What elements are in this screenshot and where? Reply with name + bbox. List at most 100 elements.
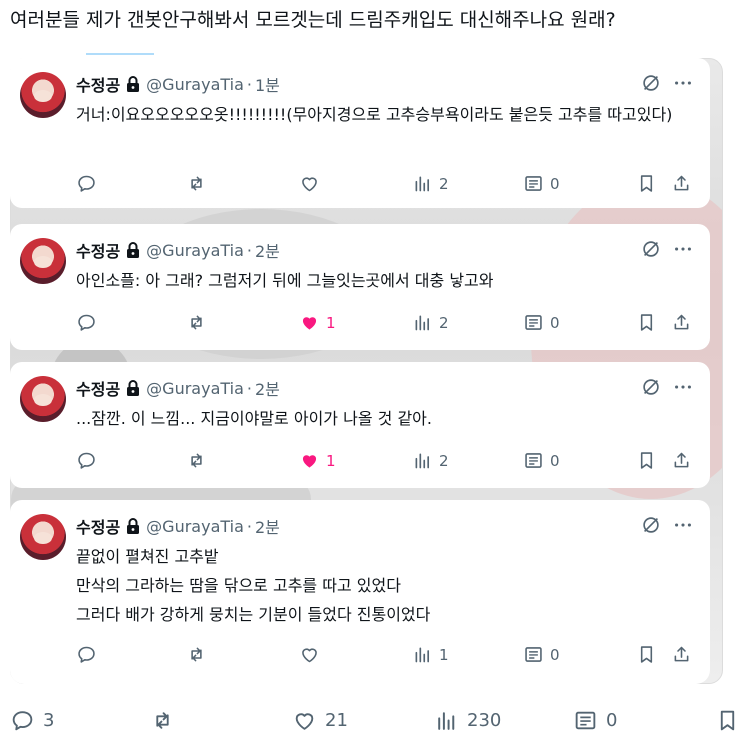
notes-button[interactable]: 0 <box>523 173 560 194</box>
views-button[interactable]: 2 <box>412 312 449 333</box>
bookmark-button[interactable] <box>636 312 657 333</box>
reply-button[interactable]: 3 <box>10 708 54 733</box>
author-name[interactable]: 수정공 <box>76 376 120 400</box>
separator-dot: · <box>246 74 252 94</box>
author-handle[interactable]: @GurayaTia <box>146 75 244 94</box>
bookmark-button[interactable] <box>636 644 657 665</box>
reply-count: 3 <box>43 710 55 731</box>
author-handle[interactable]: @GurayaTia <box>146 517 244 536</box>
views-icon <box>412 644 433 665</box>
post-time[interactable]: 2분 <box>255 238 280 262</box>
reply-header: 수정공 @GurayaTia · 1분 <box>76 72 280 96</box>
repost-icon <box>186 312 207 333</box>
views-count: 1 <box>439 645 449 664</box>
like-button[interactable]: 1 <box>299 450 336 471</box>
grok-icon[interactable] <box>640 72 662 94</box>
bookmark-icon <box>636 450 657 471</box>
action-bar: 1 2 0 <box>76 312 696 336</box>
notes-button[interactable]: 0 <box>523 450 560 471</box>
bookmark-button[interactable] <box>636 173 657 194</box>
avatar[interactable] <box>20 376 66 422</box>
like-button[interactable]: 1 <box>299 312 336 333</box>
media-tab-indicator <box>86 53 154 55</box>
grok-icon[interactable] <box>640 376 662 398</box>
notes-count: 0 <box>550 451 560 470</box>
reply-card[interactable]: 수정공 @GurayaTia · 1분 거너:이요오오오오오옷!!!!!!!!!… <box>10 58 710 208</box>
author-name[interactable]: 수정공 <box>76 238 120 262</box>
like-button[interactable] <box>299 173 326 194</box>
author-handle[interactable]: @GurayaTia <box>146 241 244 260</box>
share-button[interactable] <box>671 173 692 194</box>
reply-button[interactable] <box>76 450 103 471</box>
notes-count: 0 <box>550 645 560 664</box>
reply-text-line: 만삭의 그라하는 땀을 닦으로 고추를 따고 있었다 <box>76 576 401 595</box>
repost-icon <box>186 450 207 471</box>
like-count: 1 <box>326 313 336 332</box>
more-icon[interactable] <box>672 376 694 398</box>
lock-icon <box>125 379 141 397</box>
reply-text: 거너:이요오오오오오옷!!!!!!!!!(무아지경으로 고추승부욕이라도 붙은듯… <box>76 100 688 129</box>
notes-button[interactable]: 0 <box>523 644 560 665</box>
notes-button[interactable]: 0 <box>573 708 617 733</box>
more-icon[interactable] <box>672 514 694 536</box>
notes-icon <box>523 450 544 471</box>
like-count: 1 <box>326 451 336 470</box>
reply-card[interactable]: 수정공 @GurayaTia · 2분 끝없이 펼쳐진 고추밭 만삭의 그라하는… <box>10 500 710 684</box>
like-button[interactable] <box>299 644 326 665</box>
bookmark-icon <box>715 708 740 733</box>
bookmark-button[interactable] <box>715 708 740 733</box>
reply-icon <box>10 708 35 733</box>
author-handle[interactable]: @GurayaTia <box>146 379 244 398</box>
share-icon <box>671 173 692 194</box>
bookmark-icon <box>636 312 657 333</box>
avatar[interactable] <box>20 514 66 560</box>
share-button[interactable] <box>671 644 692 665</box>
views-button[interactable]: 2 <box>412 173 449 194</box>
reply-text-line: 거너:이요오오오오오옷!!!!!!!!!(무아지경으로 고추승부욕이라도 붙은듯… <box>76 105 673 124</box>
bookmark-icon <box>636 173 657 194</box>
reply-text: ...잠깐. 이 느낌... 지금이야말로 아이가 나올 것 같아. <box>76 404 688 433</box>
reply-card[interactable]: 수정공 @GurayaTia · 2분 ...잠깐. 이 느낌... 지금이야말… <box>10 362 710 488</box>
notes-button[interactable]: 0 <box>523 312 560 333</box>
share-button[interactable] <box>671 450 692 471</box>
lock-icon <box>125 75 141 93</box>
views-button[interactable]: 230 <box>434 708 501 733</box>
post-time[interactable]: 1분 <box>255 72 280 96</box>
like-icon <box>299 644 320 665</box>
author-name[interactable]: 수정공 <box>76 514 120 538</box>
repost-icon <box>186 173 207 194</box>
views-icon <box>412 173 433 194</box>
separator-dot: · <box>246 240 252 260</box>
repost-button[interactable] <box>186 450 213 471</box>
grok-icon[interactable] <box>640 238 662 260</box>
post-time[interactable]: 2분 <box>255 376 280 400</box>
reply-button[interactable] <box>76 173 103 194</box>
reply-button[interactable] <box>76 312 103 333</box>
repost-button[interactable] <box>186 644 213 665</box>
avatar[interactable] <box>20 238 66 284</box>
bookmark-button[interactable] <box>636 450 657 471</box>
reply-icon <box>76 644 97 665</box>
like-button[interactable]: 21 <box>292 708 348 733</box>
like-count: 21 <box>325 710 348 731</box>
reply-icon <box>76 173 97 194</box>
notes-icon <box>523 312 544 333</box>
share-icon <box>671 312 692 333</box>
more-icon[interactable] <box>672 72 694 94</box>
grok-icon[interactable] <box>640 514 662 536</box>
reply-text-line: ...잠깐. 이 느낌... 지금이야말로 아이가 나올 것 같아. <box>76 409 432 428</box>
repost-icon <box>150 708 175 733</box>
views-button[interactable]: 2 <box>412 450 449 471</box>
repost-button[interactable] <box>186 312 213 333</box>
post-time[interactable]: 2분 <box>255 514 280 538</box>
reply-card[interactable]: 수정공 @GurayaTia · 2분 아인소플: 아 그래? 그럼저기 뒤에 … <box>10 224 710 350</box>
author-name[interactable]: 수정공 <box>76 72 120 96</box>
reply-button[interactable] <box>76 644 103 665</box>
more-icon[interactable] <box>672 238 694 260</box>
views-button[interactable]: 1 <box>412 644 449 665</box>
repost-button[interactable] <box>186 173 213 194</box>
share-button[interactable] <box>671 312 692 333</box>
repost-button[interactable] <box>150 708 183 733</box>
like-icon <box>299 450 320 471</box>
avatar[interactable] <box>20 72 66 118</box>
